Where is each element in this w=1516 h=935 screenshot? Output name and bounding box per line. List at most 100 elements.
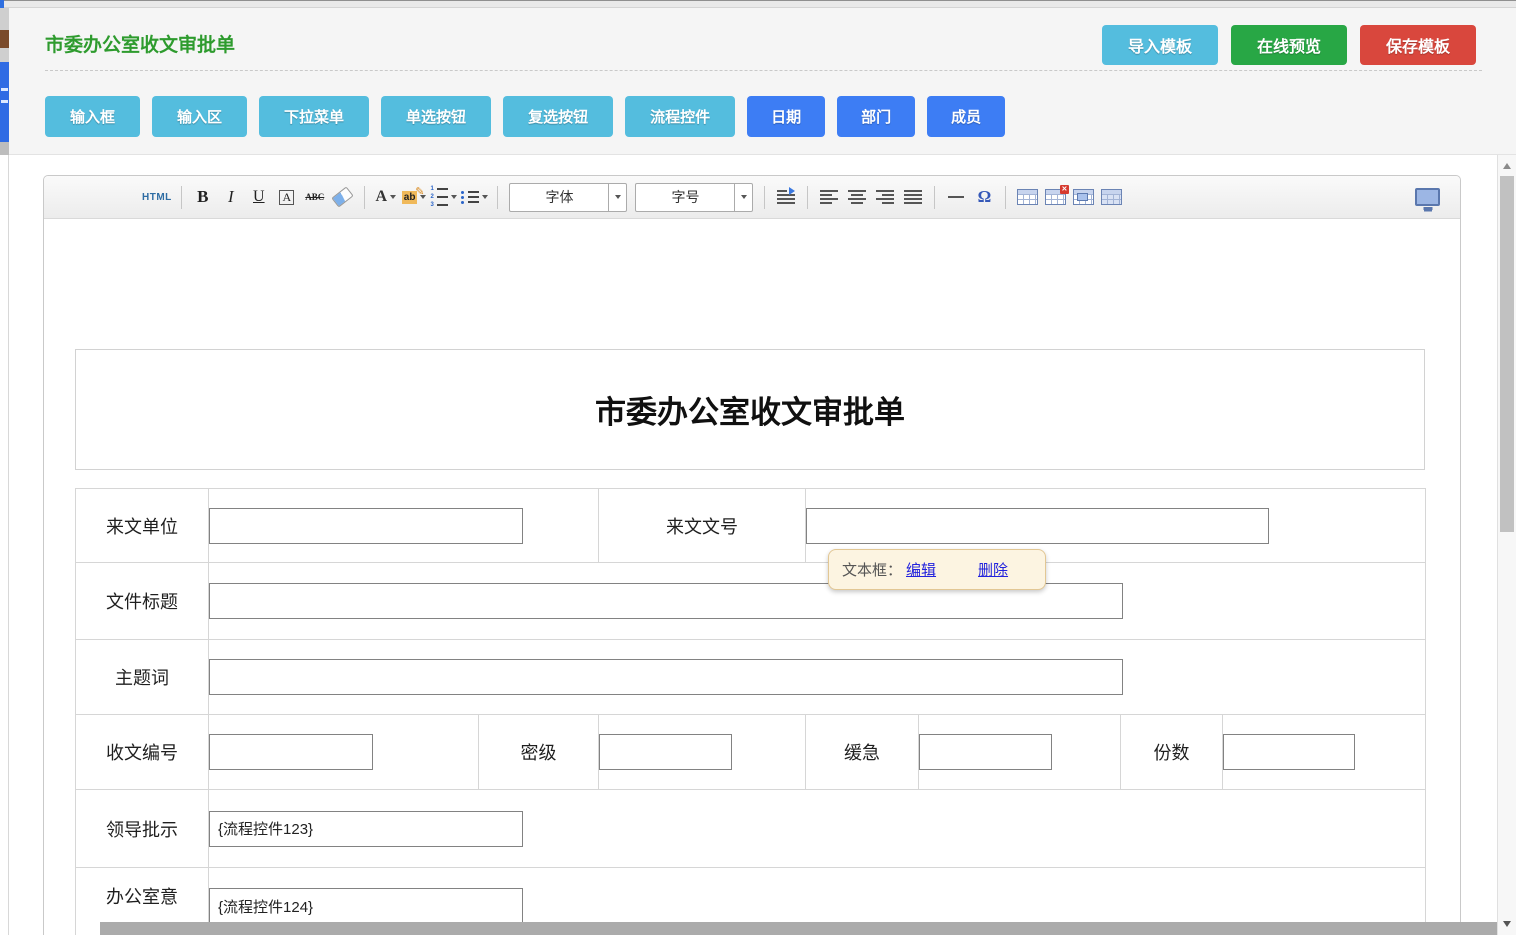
table-row: 来文单位 来文文号 — [76, 489, 1426, 563]
office-opinion-input[interactable] — [209, 888, 523, 924]
vertical-scrollbar[interactable] — [1497, 155, 1516, 935]
font-size-select[interactable]: 字号 — [635, 183, 753, 212]
save-template-button[interactable]: 保存模板 — [1360, 25, 1476, 65]
eraser-glyph — [332, 186, 354, 207]
cell-properties-icon[interactable] — [1071, 184, 1095, 210]
indent-icon[interactable] — [774, 184, 798, 210]
table-row: 主题词 — [76, 640, 1426, 715]
leader-instructions-label: 领导批示 — [76, 790, 209, 868]
toolbar-separator — [497, 186, 498, 209]
sliver-brown-icon — [0, 30, 9, 48]
toolbar-separator — [181, 186, 182, 209]
receipt-number-input[interactable] — [209, 734, 373, 770]
incoming-doc-number-label: 来文文号 — [599, 489, 806, 563]
copies-label: 份数 — [1121, 715, 1223, 790]
leader-instructions-input[interactable] — [209, 811, 523, 847]
scroll-down-arrow-icon[interactable] — [1503, 921, 1511, 927]
toolbar-separator — [934, 186, 935, 209]
scrollbar-thumb[interactable] — [1500, 176, 1514, 532]
chevron-down-icon — [482, 195, 488, 199]
italic-icon[interactable]: I — [219, 184, 243, 210]
sliver-tick — [1, 88, 8, 91]
secrecy-level-label: 密级 — [479, 715, 599, 790]
tooltip-label: 文本框： — [842, 559, 902, 580]
urgency-label: 缓急 — [806, 715, 919, 790]
insert-table-icon[interactable] — [1015, 184, 1039, 210]
underline-icon[interactable]: U — [247, 184, 271, 210]
widget-department-button[interactable]: 部门 — [837, 96, 915, 137]
toolbar-separator — [764, 186, 765, 209]
incoming-unit-input[interactable] — [209, 508, 523, 544]
widget-date-button[interactable]: 日期 — [747, 96, 825, 137]
ordered-list-icon[interactable]: 1 2 3 — [430, 184, 457, 210]
online-preview-button[interactable]: 在线预览 — [1231, 25, 1347, 65]
horizontal-rule-icon[interactable] — [944, 184, 968, 210]
source-code-icon[interactable]: HTML — [142, 192, 172, 203]
widget-checkbox-button[interactable]: 复选按钮 — [503, 96, 613, 137]
sliver-tick — [1, 100, 8, 103]
unordered-list-icon[interactable] — [461, 184, 488, 210]
sliver-gray-segment — [0, 142, 9, 155]
align-justify-icon[interactable] — [901, 184, 925, 210]
font-format-icon[interactable]: A — [279, 190, 294, 205]
template-editor-window: 市委办公室收文审批单 导入模板 在线预览 保存模板 输入框 输入区 下拉菜单 单… — [0, 0, 1516, 935]
widget-input-area-button[interactable]: 输入区 — [152, 96, 247, 137]
subject-words-label: 主题词 — [76, 640, 209, 715]
chevron-down-icon — [734, 184, 752, 211]
delete-link[interactable]: 删除 — [978, 559, 1008, 580]
strikethrough-icon[interactable]: ABC — [303, 184, 327, 210]
toolbar-separator — [364, 186, 365, 209]
align-right-icon[interactable] — [873, 184, 897, 210]
left-edge-sliver — [0, 0, 9, 935]
bottom-window-strip — [100, 922, 1497, 935]
widget-input-box-button[interactable]: 输入框 — [45, 96, 140, 137]
import-template-button[interactable]: 导入模板 — [1102, 25, 1218, 65]
widget-member-button[interactable]: 成员 — [927, 96, 1005, 137]
widget-radio-button[interactable]: 单选按钮 — [381, 96, 491, 137]
edit-link[interactable]: 编辑 — [906, 559, 936, 580]
textbox-tooltip: 文本框： 编辑 删除 — [828, 549, 1046, 590]
pencil-icon: ✎ — [415, 185, 424, 198]
widget-button-row: 输入框 输入区 下拉菜单 单选按钮 复选按钮 流程控件 日期 部门 成员 — [45, 96, 1005, 137]
dashed-divider — [45, 70, 1482, 71]
copies-input[interactable] — [1223, 734, 1355, 770]
corner-blue-mark — [0, 0, 4, 8]
secrecy-level-input[interactable] — [599, 734, 732, 770]
editor-toolbar: HTML B I U A ABC A ab ✎ 1 — [44, 176, 1460, 219]
doc-title-label: 文件标题 — [76, 563, 209, 640]
special-character-icon[interactable]: Ω — [972, 184, 996, 210]
form-title: 市委办公室收文审批单 — [595, 387, 905, 432]
sliver-blue-panel — [0, 62, 9, 142]
align-left-icon[interactable] — [817, 184, 841, 210]
bold-icon[interactable]: B — [191, 184, 215, 210]
header-panel: 市委办公室收文审批单 导入模板 在线预览 保存模板 输入框 输入区 下拉菜单 单… — [9, 8, 1516, 155]
chevron-down-icon — [390, 195, 396, 199]
form-title-cell: 市委办公室收文审批单 — [75, 349, 1425, 470]
toolbar-separator — [1005, 186, 1006, 209]
incoming-doc-number-input[interactable] — [806, 508, 1269, 544]
font-color-icon[interactable]: A — [374, 184, 398, 210]
subject-words-input[interactable] — [209, 659, 1123, 695]
widget-flow-control-button[interactable]: 流程控件 — [625, 96, 735, 137]
approval-form-table: 来文单位 来文文号 文件标题 主题词 收文编号 密级 缓急 份数 领导批示 — [75, 488, 1426, 935]
urgency-input[interactable] — [919, 734, 1052, 770]
highlight-color-icon[interactable]: ab ✎ — [402, 184, 427, 210]
remove-format-eraser-icon[interactable] — [331, 184, 355, 210]
table-row: 文件标题 — [76, 563, 1426, 640]
chevron-down-icon — [451, 195, 457, 199]
chevron-down-icon — [608, 184, 626, 211]
font-family-select[interactable]: 字体 — [509, 183, 627, 212]
table-properties-icon[interactable] — [1099, 184, 1123, 210]
delete-table-icon[interactable] — [1043, 184, 1067, 210]
table-row: 领导批示 — [76, 790, 1426, 868]
toolbar-separator — [807, 186, 808, 209]
page-title: 市委办公室收文审批单 — [45, 30, 235, 57]
header-actions: 导入模板 在线预览 保存模板 — [1102, 25, 1476, 65]
incoming-unit-label: 来文单位 — [76, 489, 209, 563]
receipt-number-label: 收文编号 — [76, 715, 209, 790]
widget-dropdown-button[interactable]: 下拉菜单 — [259, 96, 369, 137]
top-window-strip — [0, 0, 1516, 8]
scroll-up-arrow-icon[interactable] — [1503, 163, 1511, 169]
fullscreen-icon[interactable] — [1415, 184, 1440, 210]
align-center-icon[interactable] — [845, 184, 869, 210]
